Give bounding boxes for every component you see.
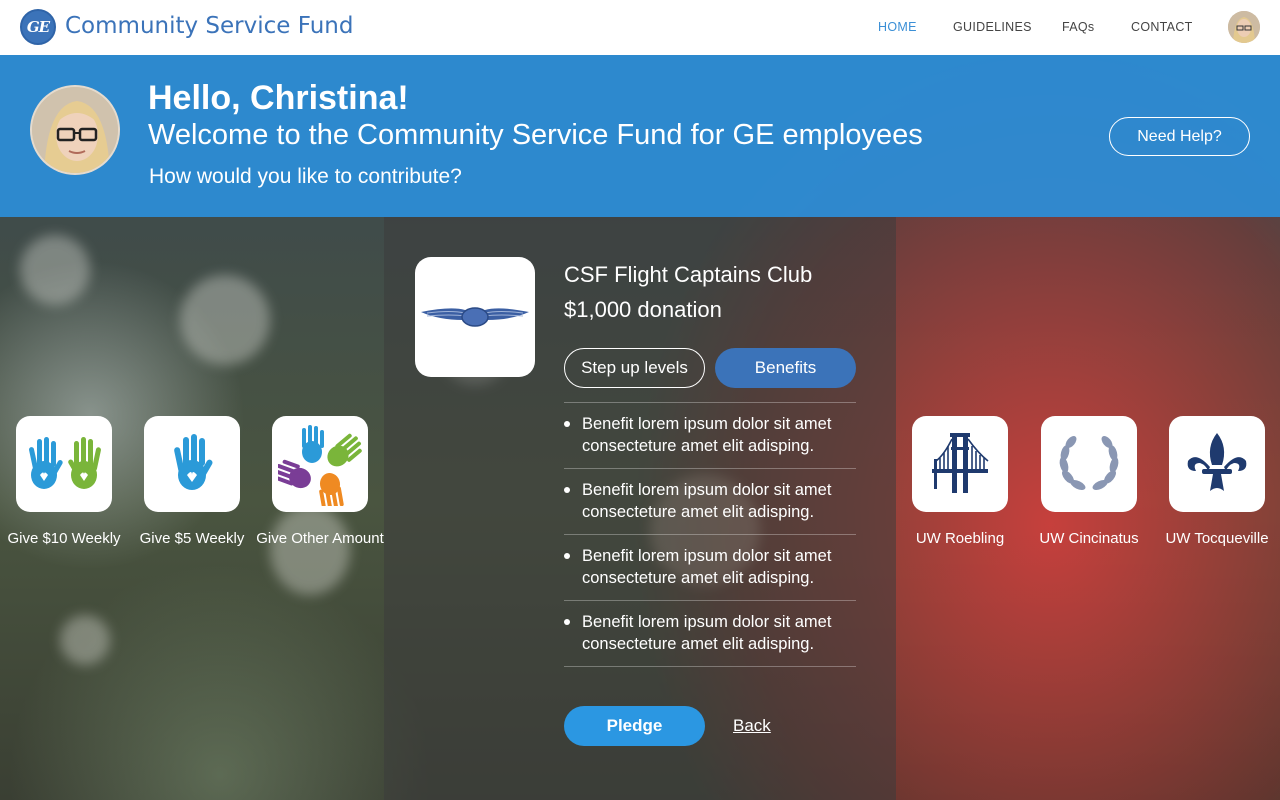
list-item: Benefit lorem ipsum dolor sit amet conse… (564, 601, 856, 667)
laurel-wreath-icon (1059, 436, 1119, 490)
bullet-icon (564, 421, 570, 427)
hand-icon (174, 434, 213, 490)
fleur-de-lis-icon (1187, 433, 1247, 491)
brand-title[interactable]: Community Service Fund (65, 13, 353, 39)
wings-icon (421, 307, 529, 327)
welcome-banner: Hello, Christina! Welcome to the Communi… (0, 55, 1280, 217)
uw-tocqueville-tile[interactable] (1169, 416, 1265, 512)
tab-benefits[interactable]: Benefits (715, 348, 856, 388)
bullet-icon (564, 619, 570, 625)
many-hands-icon (278, 425, 362, 506)
uw-cincinatus-label: UW Cincinatus (1039, 530, 1139, 547)
ge-logo[interactable]: GE (20, 9, 56, 45)
list-item: Benefit lorem ipsum dolor sit amet conse… (564, 403, 856, 469)
bullet-icon (564, 553, 570, 559)
give-5-weekly-tile[interactable] (144, 416, 240, 512)
give-other-amount-label: Give Other Amount (256, 530, 384, 547)
club-badge-tile (415, 257, 535, 377)
tab-step-up-levels[interactable]: Step up levels (564, 348, 705, 388)
profile-photo (30, 85, 120, 175)
give-other-amount-tile[interactable] (272, 416, 368, 512)
club-amount: $1,000 donation (564, 297, 722, 322)
club-title: CSF Flight Captains Club (564, 262, 813, 287)
user-avatar[interactable] (1228, 11, 1260, 43)
benefits-list: Benefit lorem ipsum dolor sit amet conse… (564, 402, 856, 667)
bullet-icon (564, 487, 570, 493)
uw-cincinatus-tile[interactable] (1041, 416, 1137, 512)
nav-contact[interactable]: CONTACT (1131, 20, 1193, 34)
contribute-question: How would you like to contribute? (149, 165, 462, 188)
welcome-text: Welcome to the Community Service Fund fo… (148, 119, 923, 151)
bridge-icon (932, 433, 989, 493)
back-link[interactable]: Back (733, 716, 771, 736)
give-10-weekly-label: Give $10 Weekly (7, 530, 121, 547)
give-10-weekly-tile[interactable] (16, 416, 112, 512)
nav-guidelines[interactable]: GUIDELINES (953, 20, 1032, 34)
top-navbar: GE Community Service Fund HOME GUIDELINE… (0, 0, 1280, 55)
greeting-heading: Hello, Christina! (148, 79, 409, 117)
nav-home[interactable]: HOME (878, 20, 917, 34)
nav-faqs[interactable]: FAQs (1062, 20, 1094, 34)
need-help-button[interactable]: Need Help? (1109, 117, 1250, 156)
pledge-button[interactable]: Pledge (564, 706, 705, 746)
give-5-weekly-label: Give $5 Weekly (139, 530, 245, 547)
two-hands-icon (29, 437, 101, 489)
uw-roebling-label: UW Roebling (915, 530, 1005, 547)
uw-tocqueville-label: UW Tocqueville (1165, 530, 1269, 547)
uw-roebling-tile[interactable] (912, 416, 1008, 512)
list-item: Benefit lorem ipsum dolor sit amet conse… (564, 535, 856, 601)
list-item: Benefit lorem ipsum dolor sit amet conse… (564, 469, 856, 535)
